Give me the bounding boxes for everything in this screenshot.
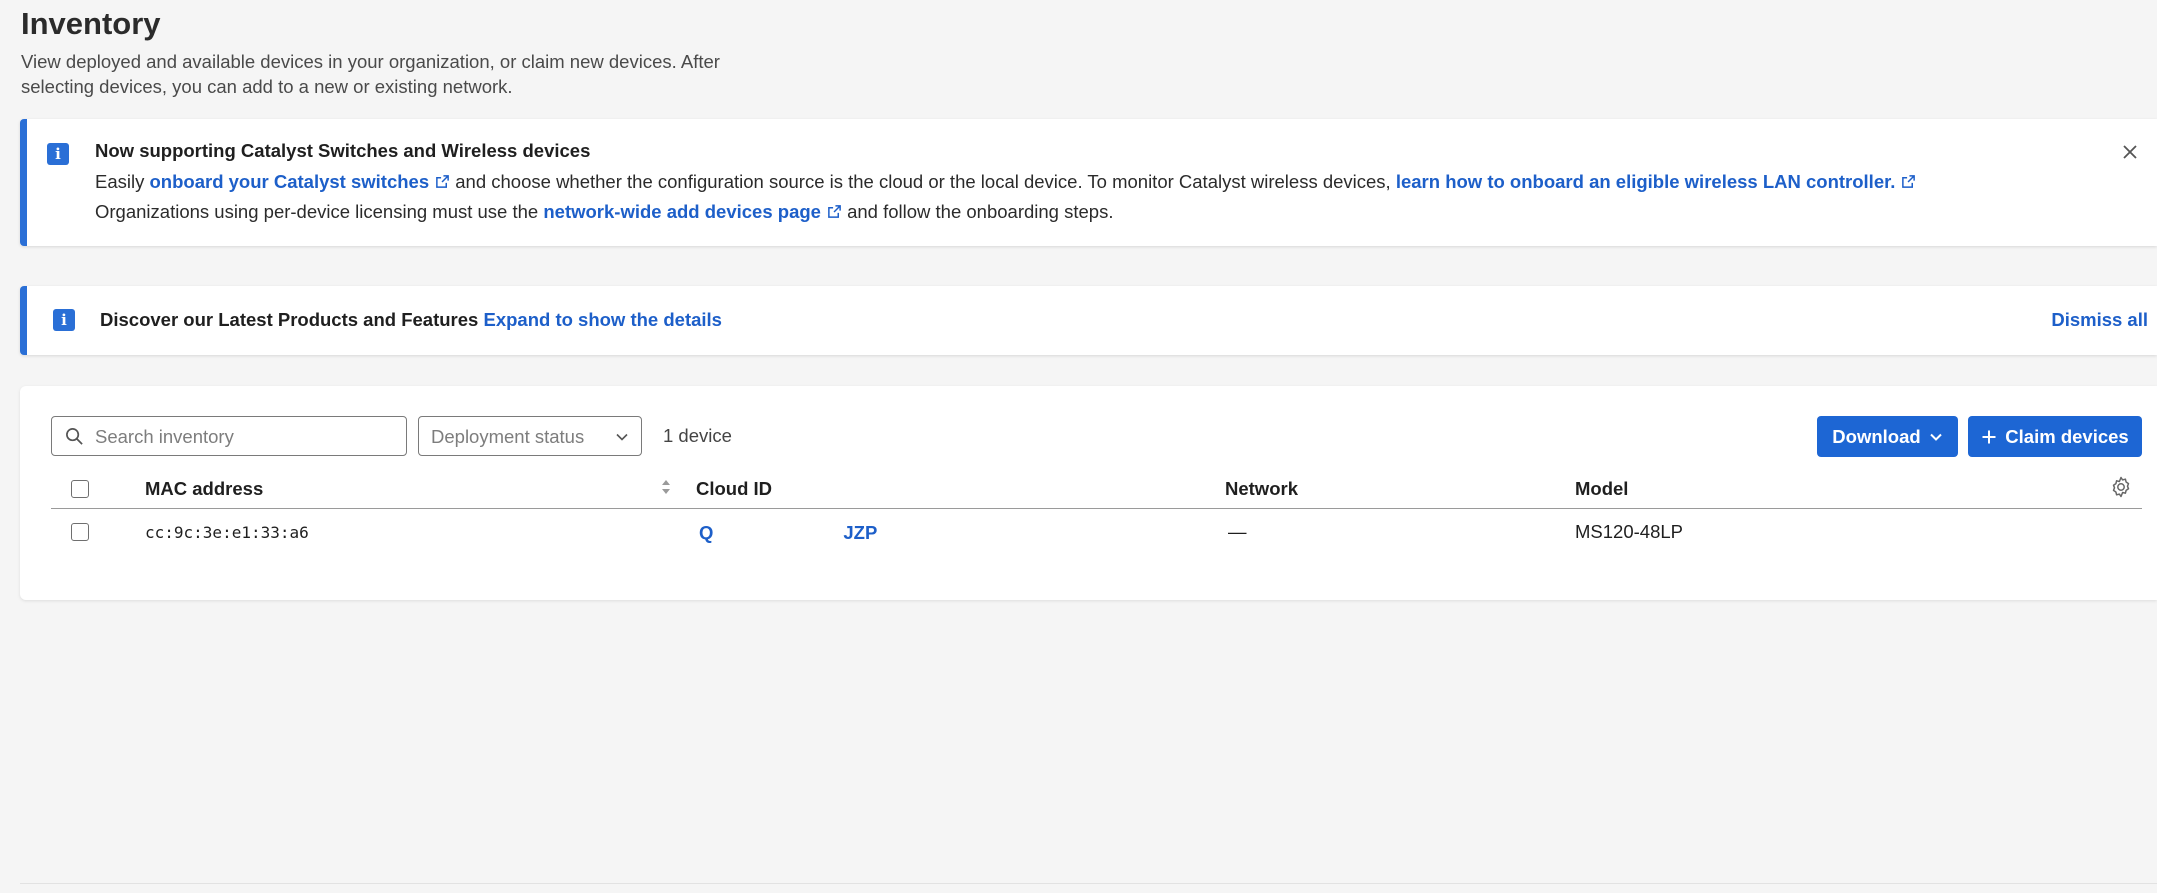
close-icon[interactable] xyxy=(2119,141,2141,163)
network-cell: — xyxy=(1228,521,1247,542)
expand-details-link[interactable]: Expand to show the details xyxy=(483,309,721,330)
banner-line-1: Easily onboard your Catalyst switches an… xyxy=(95,171,1916,193)
inventory-page: Inventory View deployed and available de… xyxy=(0,0,2157,893)
external-link-icon xyxy=(436,175,449,188)
info-icon: i xyxy=(47,143,69,165)
banner-heading: Now supporting Catalyst Switches and Wir… xyxy=(95,140,591,161)
column-header-mac-address[interactable]: MAC address xyxy=(145,478,263,500)
catalyst-info-banner: i Now supporting Catalyst Switches and W… xyxy=(20,119,2157,246)
search-input[interactable] xyxy=(93,417,397,456)
deployment-status-label: Deployment status xyxy=(431,426,585,447)
external-link-icon xyxy=(828,205,841,218)
cloud-id-link[interactable]: Q JZP xyxy=(699,521,877,544)
download-button[interactable]: Download xyxy=(1817,416,1958,457)
inventory-card: Deployment status 1 device Download Clai… xyxy=(20,386,2157,600)
onboard-wireless-lan-controller-link[interactable]: learn how to onboard an eligible wireles… xyxy=(1396,171,1917,192)
device-count: 1 device xyxy=(663,425,732,446)
page-title: Inventory xyxy=(21,6,161,41)
network-wide-add-devices-link[interactable]: network-wide add devices page xyxy=(543,201,842,222)
discover-heading: Discover our Latest Products and Feature… xyxy=(100,309,479,330)
model-cell: MS120-48LP xyxy=(1575,521,1683,542)
chevron-down-icon xyxy=(1929,433,1942,441)
column-header-model[interactable]: Model xyxy=(1575,478,1628,500)
footer-divider xyxy=(20,883,2157,884)
claim-devices-label: Claim devices xyxy=(2005,425,2129,447)
banner-text: and follow the onboarding steps. xyxy=(841,201,1114,222)
banner-text: Organizations using per-device licensing… xyxy=(95,201,544,222)
discover-banner: i Discover our Latest Products and Featu… xyxy=(20,286,2157,355)
banner-text: and choose whether the configuration sou… xyxy=(450,171,1396,192)
gear-icon[interactable] xyxy=(2109,475,2133,499)
redacted-block xyxy=(713,521,844,543)
deployment-status-select[interactable]: Deployment status xyxy=(418,416,642,456)
discover-banner-text: Discover our Latest Products and Feature… xyxy=(100,309,722,331)
search-box[interactable] xyxy=(51,416,407,456)
download-label: Download xyxy=(1832,425,1921,447)
dismiss-all-button[interactable]: Dismiss all xyxy=(2051,309,2148,331)
info-icon: i xyxy=(53,309,75,331)
table-row[interactable]: cc:9c:3e:e1:33:a6 Q JZP — MS120-48LP xyxy=(51,510,2142,554)
select-all-checkbox[interactable] xyxy=(71,480,89,498)
banner-line-2: Organizations using per-device licensing… xyxy=(95,201,1113,223)
external-link-icon xyxy=(1902,175,1916,188)
claim-devices-button[interactable]: Claim devices xyxy=(1968,416,2142,457)
sort-icon[interactable] xyxy=(660,477,672,497)
search-icon xyxy=(66,428,83,445)
plus-icon xyxy=(1982,430,1996,443)
page-description: View deployed and available devices in y… xyxy=(21,51,720,97)
mac-address-cell: cc:9c:3e:e1:33:a6 xyxy=(145,523,309,542)
column-header-network[interactable]: Network xyxy=(1225,478,1298,500)
chevron-down-icon xyxy=(616,433,628,441)
banner-text: Easily xyxy=(95,171,150,192)
onboard-catalyst-switches-link[interactable]: onboard your Catalyst switches xyxy=(150,171,451,192)
row-checkbox[interactable] xyxy=(71,523,89,541)
column-header-cloud-id[interactable]: Cloud ID xyxy=(696,478,772,500)
table-header: MAC address Cloud ID Network Model xyxy=(51,470,2142,509)
